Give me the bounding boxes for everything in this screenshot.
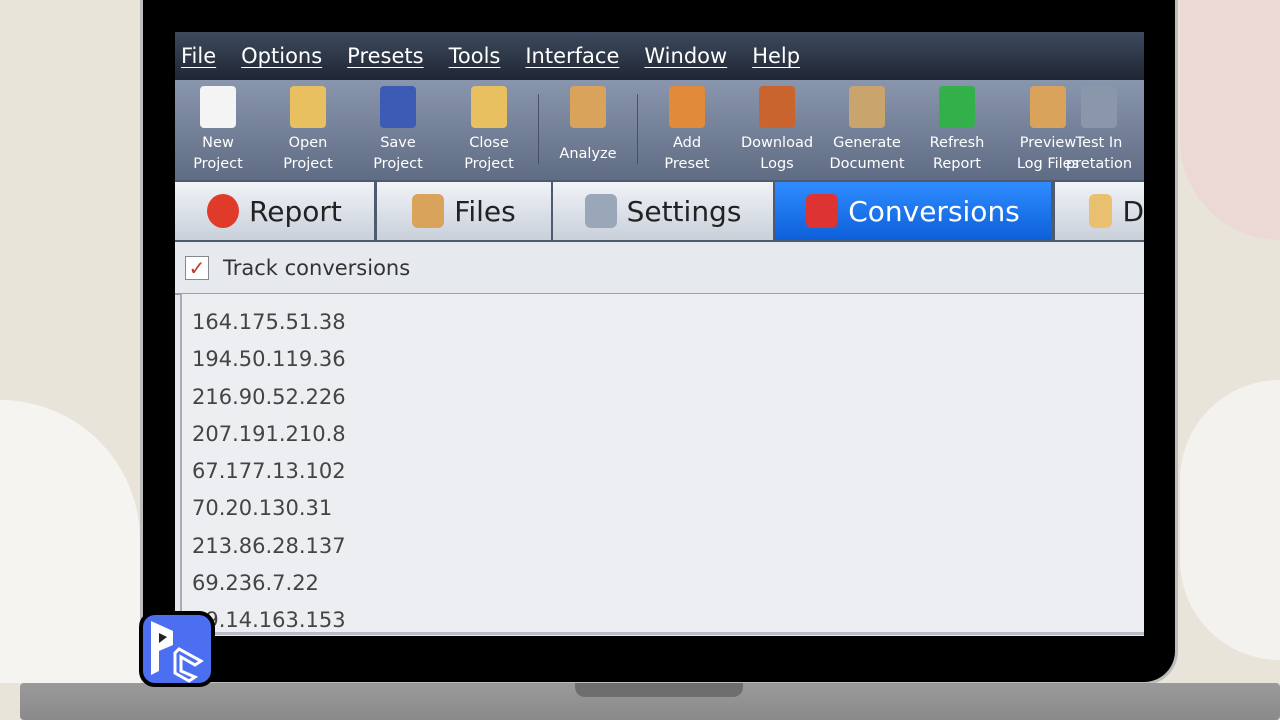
track-conversions-row: ✓ Track conversions — [175, 242, 1144, 295]
toolbar-button-refresh-report[interactable]: Refresh Report — [912, 80, 1002, 180]
floppy-disk-icon — [380, 86, 416, 128]
label-line: Project — [283, 156, 333, 172]
list-item[interactable]: 216.90.52.226 — [182, 379, 1144, 416]
label-line: Project — [373, 156, 423, 172]
tab-report[interactable]: Report — [175, 182, 374, 240]
tab-bar: Report Files Settings Conversions D — [175, 180, 1144, 242]
list-item[interactable]: 194.50.119.36 — [182, 341, 1144, 378]
label-line: Generate — [833, 135, 901, 151]
toolbar-button-label: New Project — [175, 133, 263, 175]
toolbar-button-label: Test In pretation — [1054, 133, 1144, 175]
tab-settings[interactable]: Settings — [553, 182, 773, 240]
logo-icon — [151, 621, 204, 683]
label-line: Preset — [664, 156, 710, 172]
list-item[interactable]: 67.177.13.102 — [182, 453, 1144, 490]
shopping-cart-icon — [806, 194, 839, 228]
menu-bar: File Options Presets Tools Interface Window He… — [175, 32, 1144, 80]
label-line: Refresh — [929, 135, 985, 151]
list-item[interactable]: 69.236.7.22 — [182, 565, 1144, 602]
tab-label: D — [1122, 194, 1144, 228]
toolbar-button-label: Refresh Report — [912, 133, 1002, 175]
label-line: Logs — [760, 156, 794, 172]
pie-chart-icon — [207, 194, 240, 228]
menu-presets[interactable]: Presets — [347, 44, 423, 68]
menu-file[interactable]: File — [181, 44, 216, 68]
list-item[interactable]: 69.14.163.153 — [182, 602, 1144, 632]
toolbar-button-label: Close Project — [444, 133, 534, 175]
label-line: Save — [380, 135, 416, 151]
toolbar-button-new-project[interactable]: New Project — [175, 80, 263, 180]
toolbar-button-generate-document[interactable]: Generate Document — [822, 80, 912, 180]
scroll-download-icon — [759, 86, 795, 128]
toolbar-button-test-in-pretation[interactable]: Test In pretation — [1054, 80, 1144, 180]
toolbar-button-label: Analyze — [543, 144, 633, 165]
tab-label: Files — [454, 194, 516, 228]
menu-tools[interactable]: Tools — [449, 44, 501, 68]
track-conversions-label: Track conversions — [223, 255, 411, 280]
toolbar-button-label: Open Project — [263, 133, 353, 175]
test-icon — [1081, 86, 1117, 128]
refresh-document-icon — [939, 86, 975, 128]
menu-help[interactable]: Help — [752, 44, 800, 68]
tab-d[interactable]: D — [1055, 182, 1144, 240]
scroll-gear-icon — [849, 86, 885, 128]
scroll-icon — [412, 194, 445, 228]
toolbar-button-label: Save Project — [353, 133, 443, 175]
ip-list[interactable]: 164.175.51.38 194.50.119.36 216.90.52.226 2… — [180, 294, 1144, 635]
open-folder-icon — [290, 86, 326, 128]
track-conversions-checkbox[interactable]: ✓ — [185, 255, 209, 280]
toolbar-button-analyze[interactable]: Analyze — [543, 80, 633, 180]
tab-conversions[interactable]: Conversions — [775, 182, 1051, 240]
tab-label: Report — [249, 194, 342, 228]
stamp-icon — [669, 86, 705, 128]
gear-icon — [584, 194, 617, 228]
label-line: Document — [829, 156, 905, 172]
toolbar: New Project Open Project Save Project Close Pro… — [175, 80, 1144, 180]
laptop-notch — [575, 683, 743, 697]
menu-window[interactable]: Window — [644, 44, 727, 68]
background-shape — [1180, 380, 1280, 660]
label-line: Report — [932, 156, 982, 172]
background-shape — [0, 400, 140, 683]
list-item[interactable]: 164.175.51.38 — [182, 304, 1144, 341]
tab-label: Settings — [626, 194, 742, 228]
tab-label: Conversions — [848, 194, 1020, 228]
menu-interface[interactable]: Interface — [525, 44, 619, 68]
label-line: Close — [469, 135, 509, 151]
label-line: Project — [193, 156, 243, 172]
toolbar-separator — [538, 94, 539, 164]
label-line: pretation — [1065, 156, 1133, 172]
app-window: File Options Presets Tools Interface Window He… — [175, 32, 1144, 636]
label-line: Project — [464, 156, 514, 172]
toolbar-separator — [637, 94, 638, 164]
toolbar-button-label: Generate Document — [822, 133, 912, 175]
label-line: Add — [672, 135, 702, 151]
tab-files[interactable]: Files — [377, 182, 551, 240]
scroll-magnifier-icon — [570, 86, 606, 128]
toolbar-button-open-project[interactable]: Open Project — [263, 80, 353, 180]
channel-logo — [139, 611, 215, 687]
label-line: New — [202, 135, 234, 151]
toolbar-button-label: Download Logs — [732, 133, 822, 175]
label-line: Test In — [1075, 135, 1123, 151]
new-document-icon — [200, 86, 236, 128]
list-item[interactable]: 70.20.130.31 — [182, 490, 1144, 527]
list-item[interactable]: 213.86.28.137 — [182, 528, 1144, 565]
toolbar-button-close-project[interactable]: Close Project — [444, 80, 534, 180]
label-line: Open — [288, 135, 328, 151]
scroll-icon — [1089, 194, 1113, 228]
menu-options[interactable]: Options — [241, 44, 322, 68]
list-item[interactable]: 207.191.210.8 — [182, 416, 1144, 453]
label-line: Analyze — [559, 146, 617, 162]
toolbar-button-download-logs[interactable]: Download Logs — [732, 80, 822, 180]
toolbar-button-label: Add Preset — [642, 133, 732, 175]
background-shape — [1180, 0, 1280, 240]
toolbar-button-add-preset[interactable]: Add Preset — [642, 80, 732, 180]
close-folder-icon — [471, 86, 507, 128]
label-line: Download — [740, 135, 814, 151]
toolbar-button-save-project[interactable]: Save Project — [353, 80, 443, 180]
